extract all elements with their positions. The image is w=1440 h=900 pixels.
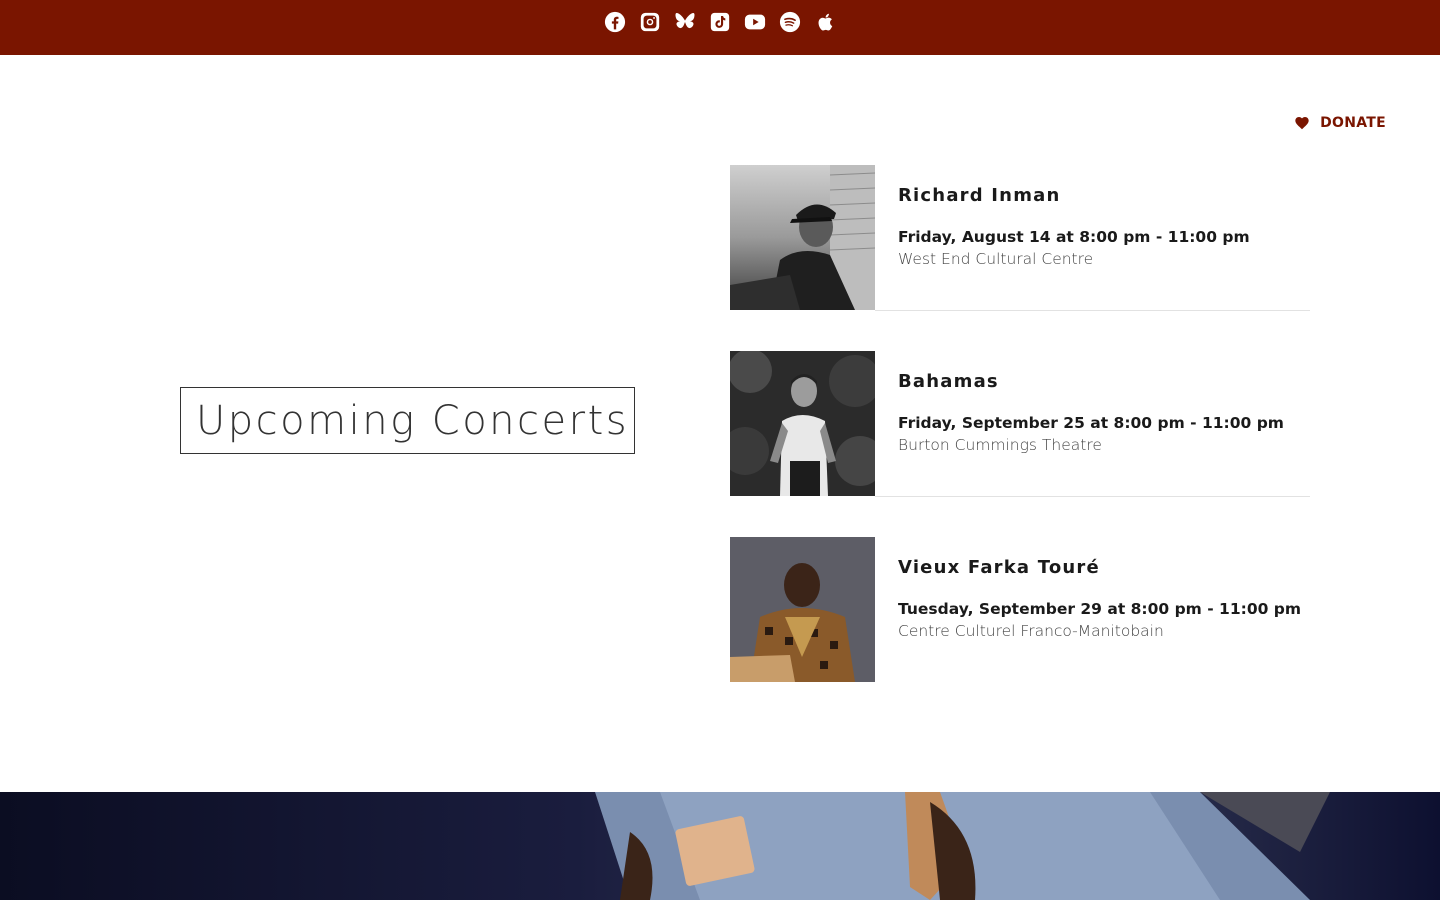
event-name[interactable]: Richard Inman [898, 185, 1250, 206]
donate-label: DONATE [1320, 115, 1386, 131]
event-datetime: Friday, September 25 at 8:00 pm - 11:00 … [898, 414, 1284, 432]
youtube-link[interactable] [744, 11, 766, 33]
event-info: Vieux Farka Touré Tuesday, September 29 … [898, 557, 1301, 640]
apple-icon [818, 13, 833, 31]
facebook-link[interactable] [604, 11, 626, 33]
section-title-box: Upcoming Concerts [180, 387, 635, 454]
spotify-link[interactable] [779, 11, 801, 33]
instagram-link[interactable] [639, 11, 661, 33]
event-venue: Centre Culturel Franco-Manitobain [898, 622, 1164, 640]
event-image[interactable] [730, 165, 875, 310]
social-links [604, 11, 836, 33]
divider [875, 310, 1310, 311]
artist-photo [730, 165, 875, 310]
bluesky-link[interactable] [674, 11, 696, 33]
event-image[interactable] [730, 351, 875, 496]
event-list: Richard Inman Friday, August 14 at 8:00 … [730, 165, 1310, 723]
event-datetime: Friday, August 14 at 8:00 pm - 11:00 pm [898, 228, 1250, 246]
performer-photo [0, 792, 1440, 900]
divider [875, 496, 1310, 497]
tiktok-icon [710, 12, 730, 32]
event-venue: Burton Cummings Theatre [898, 436, 1102, 454]
event-info: Richard Inman Friday, August 14 at 8:00 … [898, 185, 1250, 268]
facebook-icon [604, 11, 626, 33]
event-item[interactable]: Bahamas Friday, September 25 at 8:00 pm … [730, 351, 1310, 537]
event-name[interactable]: Bahamas [898, 371, 1284, 392]
tiktok-link[interactable] [709, 11, 731, 33]
instagram-icon [640, 12, 660, 32]
section-title: Upcoming Concerts [196, 397, 630, 444]
artist-photo [730, 351, 875, 496]
spotify-icon [779, 11, 801, 33]
event-info: Bahamas Friday, September 25 at 8:00 pm … [898, 371, 1284, 454]
bluesky-icon [675, 12, 695, 29]
event-venue: West End Cultural Centre [898, 250, 1094, 268]
apple-link[interactable] [814, 11, 836, 33]
top-bar [0, 0, 1440, 55]
artist-photo [730, 537, 875, 682]
event-name[interactable]: Vieux Farka Touré [898, 557, 1301, 578]
hero-banner-image [0, 792, 1440, 900]
donate-button[interactable]: DONATE [1294, 115, 1386, 131]
event-item[interactable]: Vieux Farka Touré Tuesday, September 29 … [730, 537, 1310, 723]
youtube-icon [744, 14, 766, 30]
event-item[interactable]: Richard Inman Friday, August 14 at 8:00 … [730, 165, 1310, 351]
heart-icon [1295, 117, 1309, 130]
event-image[interactable] [730, 537, 875, 682]
event-datetime: Tuesday, September 29 at 8:00 pm - 11:00… [898, 600, 1302, 618]
